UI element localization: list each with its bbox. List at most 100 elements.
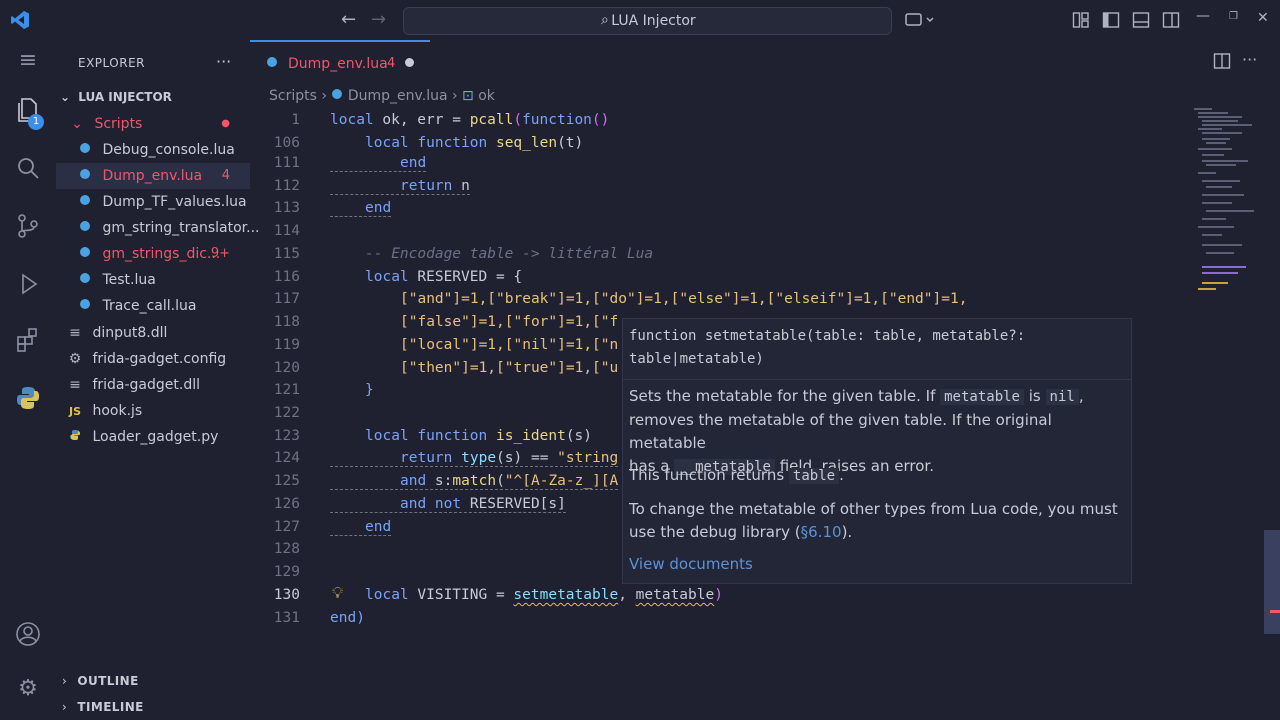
- code-line: end: [330, 155, 427, 172]
- line-number: 111: [273, 155, 300, 171]
- code-line: return type(s) == "string: [330, 450, 619, 467]
- more-actions-icon[interactable]: ···: [216, 52, 231, 71]
- python-file-icon: [68, 424, 82, 450]
- chevron-right-icon: ›: [321, 88, 332, 104]
- problems-badge: 9+: [210, 246, 230, 261]
- view-documents-container: View documents: [629, 553, 1119, 576]
- view-documents-link[interactable]: View documents: [629, 555, 753, 573]
- minimap[interactable]: [1190, 106, 1270, 306]
- source-control-icon[interactable]: [14, 212, 42, 240]
- tree-item-label: Loader_gadget.py: [92, 429, 219, 445]
- code-line: end: [330, 519, 392, 536]
- run-debug-icon[interactable]: [14, 270, 42, 298]
- lua-file-icon: [78, 267, 92, 293]
- restore-window-icon[interactable]: ❐: [1229, 11, 1247, 29]
- back-arrow-icon[interactable]: ←: [341, 9, 356, 30]
- tree-item-test[interactable]: Test.lua: [56, 267, 250, 293]
- forward-arrow-icon[interactable]: →: [371, 9, 386, 30]
- settings-gear-icon[interactable]: ⚙: [14, 676, 42, 704]
- explorer-header: EXPLORER: [78, 56, 145, 70]
- tree-item-label: Trace_call.lua: [102, 298, 197, 314]
- code-line: and not RESERVED[s]: [330, 496, 566, 513]
- workspace-folder[interactable]: ⌄ LUA INJECTOR: [60, 90, 172, 104]
- divider: [623, 379, 1131, 380]
- line-number: 129: [273, 564, 300, 580]
- tree-item-label: Test.lua: [102, 272, 156, 288]
- command-center-label: LUA Injector: [611, 13, 696, 29]
- line-number: 120: [273, 360, 300, 376]
- line-number: 125: [273, 473, 300, 489]
- tree-folder-scripts[interactable]: ⌄ Scripts ●: [56, 111, 250, 137]
- more-actions-icon[interactable]: ···: [1242, 50, 1257, 69]
- toggle-primary-sidebar-icon[interactable]: [1102, 11, 1120, 29]
- doc-paragraph: This function returns table.: [629, 466, 844, 484]
- outline-section[interactable]: › OUTLINE: [62, 674, 139, 688]
- line-number: 126: [273, 496, 300, 512]
- tree-item-hook-js[interactable]: JS hook.js: [56, 398, 250, 424]
- line-number: 124: [273, 450, 300, 466]
- toggle-secondary-sidebar-icon[interactable]: [1162, 11, 1180, 29]
- tree-item-gm-string-translator[interactable]: gm_string_translator...: [56, 215, 260, 241]
- lightbulb-icon[interactable]: 💡︎: [332, 583, 343, 603]
- code-line: ["then"]=1,["true"]=1,["u: [400, 360, 619, 376]
- breadcrumb-file[interactable]: Dump_env.lua: [348, 88, 448, 104]
- tree-item-label: gm_string_translator...: [102, 220, 260, 236]
- timeline-section[interactable]: › TIMELINE: [62, 700, 144, 714]
- tab-problems-count: 4: [387, 56, 396, 71]
- extensions-icon[interactable]: [14, 326, 42, 354]
- vertical-scrollbar-thumb[interactable]: [1264, 530, 1280, 634]
- chevron-right-icon: ›: [62, 674, 68, 688]
- tree-item-dump-tf-values[interactable]: Dump_TF_values.lua: [56, 189, 250, 215]
- unsaved-dot-icon[interactable]: [405, 58, 414, 67]
- python-icon[interactable]: [14, 384, 42, 412]
- command-center-search[interactable]: ⌕ LUA Injector: [403, 7, 892, 35]
- tree-item-label: frida-gadget.config: [92, 351, 227, 367]
- minimize-window-icon[interactable]: —: [1196, 8, 1214, 26]
- customize-layout-icon[interactable]: [1072, 11, 1090, 29]
- split-editor-icon[interactable]: [1213, 52, 1231, 74]
- breadcrumb-folder[interactable]: Scripts: [269, 88, 317, 104]
- file-icon: ≡: [69, 325, 81, 341]
- tree-item-dinput8[interactable]: ≡ dinput8.dll: [56, 320, 250, 346]
- tree-item-label: Debug_console.lua: [102, 142, 235, 158]
- toggle-panel-icon[interactable]: [1132, 11, 1150, 29]
- js-file-icon: JS: [68, 405, 81, 418]
- tree-item-frida-dll[interactable]: ≡ frida-gadget.dll: [56, 372, 250, 398]
- tree-item-debug-console[interactable]: Debug_console.lua: [56, 137, 250, 163]
- breadcrumb-symbol[interactable]: ok: [478, 88, 495, 104]
- tree-item-gm-strings-dic[interactable]: gm_strings_dic... 9+: [56, 241, 250, 267]
- line-number: 113: [273, 200, 300, 216]
- code-line: ["false"]=1,["for"]=1,["f: [400, 314, 619, 330]
- chevron-right-icon: ›: [62, 700, 68, 714]
- tree-item-label: gm_strings_dic...: [102, 246, 221, 262]
- line-number: 122: [273, 405, 300, 421]
- lua-file-icon: [78, 293, 92, 319]
- code-line: ["local"]=1,["nil"]=1,["n: [400, 337, 619, 353]
- code-line: and s:match("^[A-Za-z_][A: [330, 473, 619, 490]
- close-window-icon[interactable]: ✕: [1257, 10, 1275, 28]
- file-icon: ≡: [69, 377, 81, 393]
- problems-badge: 4: [221, 168, 230, 183]
- line-number: 121: [273, 382, 300, 398]
- search-icon[interactable]: [14, 154, 42, 182]
- line-number: 116: [273, 269, 300, 285]
- tree-item-loader-gadget[interactable]: Loader_gadget.py: [56, 424, 250, 450]
- code-line: local function is_ident(s): [365, 428, 593, 444]
- doc-paragraph: To change the metatable of other types f…: [629, 500, 1118, 541]
- outline-label: OUTLINE: [77, 674, 139, 688]
- tree-item-dump-env[interactable]: Dump_env.lua 4: [56, 163, 250, 189]
- gear-icon: ⚙: [68, 351, 82, 367]
- menu-icon[interactable]: ≡: [14, 48, 42, 76]
- tree-item-trace-call[interactable]: Trace_call.lua: [56, 293, 250, 319]
- breadcrumb: Scripts › Dump_env.lua › ⊡ ok: [269, 88, 495, 108]
- manual-section-link[interactable]: §6.10: [801, 523, 842, 541]
- error-marker: [1270, 610, 1280, 613]
- chevron-down-icon: ⌄: [71, 116, 83, 132]
- line-number: 130: [273, 587, 300, 603]
- copilot-chat-icon[interactable]: [905, 11, 934, 29]
- activity-bar: [0, 40, 56, 720]
- tree-item-frida-config[interactable]: ⚙ frida-gadget.config: [56, 346, 250, 372]
- account-icon[interactable]: [14, 620, 42, 648]
- lua-file-icon: [78, 137, 92, 163]
- tab-dump-env[interactable]: Dump_env.lua 4: [250, 40, 430, 88]
